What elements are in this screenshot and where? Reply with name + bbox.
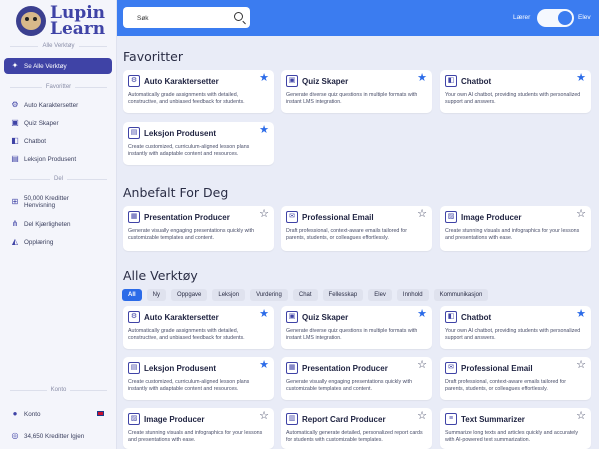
star-icon[interactable]: ★ xyxy=(259,309,269,320)
filter-chip-content[interactable]: Innhold xyxy=(396,289,429,301)
graduation-icon: ◭ xyxy=(11,237,19,246)
filter-chip-student[interactable]: Elev xyxy=(368,289,392,301)
lesson-icon: ▤ xyxy=(128,362,140,374)
tool-card-email[interactable]: ✉ Professional Email ☆ Draft professional, … xyxy=(440,357,591,400)
sidebar: Lupin Learn Alle Verktøy ✦ Se Alle Verktøy… xyxy=(0,0,117,449)
search-icon[interactable] xyxy=(234,12,243,21)
tool-card-image[interactable]: ▨ Image Producer ☆ Create stunning visuals … xyxy=(123,408,274,449)
filter-chip-community[interactable]: Fellesskap xyxy=(322,289,364,301)
filter-chip-chat[interactable]: Chat xyxy=(292,289,318,301)
toggle-label-teacher: Lærer xyxy=(513,14,531,21)
email-icon: ✉ xyxy=(286,211,298,223)
star-icon[interactable]: ★ xyxy=(576,309,586,320)
tool-card-lesson[interactable]: ▤ Leksjon Produsent ★ Create customized, cu… xyxy=(123,122,274,165)
grader-icon: ⚙ xyxy=(128,75,140,87)
sidebar-item-chatbot[interactable]: ◧ Chatbot xyxy=(4,133,112,149)
tool-card-chatbot[interactable]: ◧ Chatbot ★ Your own AI chatbot, providing … xyxy=(440,306,591,349)
star-icon[interactable]: ★ xyxy=(576,73,586,84)
logo-text: Lupin Learn xyxy=(50,3,106,39)
user-icon: ● xyxy=(12,409,18,418)
star-outline-icon[interactable]: ☆ xyxy=(576,411,586,422)
star-outline-icon[interactable]: ☆ xyxy=(576,360,586,371)
sidebar-item-lesson[interactable]: ▤ Leksjon Produsent xyxy=(4,151,112,167)
chat-icon: ◧ xyxy=(445,75,457,87)
section-label-all-tools: Alle Verktøy xyxy=(0,43,117,49)
section-title-recommended: Anbefalt For Deg xyxy=(123,185,229,200)
sidebar-item-credits[interactable]: ◎ 34,650 Kreditter Igjen xyxy=(4,428,112,444)
tool-card-summarizer[interactable]: ≡ Text Summarizer ☆ Summarize long texts an… xyxy=(440,408,591,449)
report-icon: ▥ xyxy=(286,413,298,425)
image-icon: ▨ xyxy=(445,211,457,223)
sidebar-item-account[interactable]: ● Konto xyxy=(4,406,112,422)
lesson-icon: ▤ xyxy=(11,154,19,163)
tool-card-auto-grader[interactable]: ⚙ Auto Karaktersetter ★ Automatically grade… xyxy=(123,306,274,349)
filter-chip-assignment[interactable]: Oppgave xyxy=(171,289,208,301)
sidebar-item-quiz[interactable]: ▣ Quiz Skaper xyxy=(4,115,112,131)
role-toggle[interactable] xyxy=(537,9,574,27)
star-outline-icon[interactable]: ☆ xyxy=(417,360,427,371)
star-icon[interactable]: ★ xyxy=(417,309,427,320)
document-icon: ≡ xyxy=(445,413,457,425)
star-icon[interactable]: ★ xyxy=(259,360,269,371)
section-label-favorites: Favoritter xyxy=(0,84,117,90)
section-title-favorites: Favoritter xyxy=(123,49,183,64)
top-bar: Søk Lærer Elev xyxy=(117,0,599,36)
section-title-all-tools: Alle Verktøy xyxy=(123,268,198,283)
tool-card-lesson[interactable]: ▤ Leksjon Produsent ★ Create customized, cu… xyxy=(123,357,274,400)
share-icon: ⋔ xyxy=(11,219,19,228)
star-outline-icon[interactable]: ☆ xyxy=(576,209,586,220)
presentation-icon: ▦ xyxy=(128,211,140,223)
quiz-icon: ▣ xyxy=(11,118,19,127)
grader-icon: ⚙ xyxy=(128,311,140,323)
tool-card-quiz[interactable]: ▣ Quiz Skaper ★ Generate diverse quiz quest… xyxy=(281,70,432,113)
filter-chips: All Ny Oppgave Leksjon Vurdering Chat Fe… xyxy=(122,289,489,301)
gift-icon: ⊞ xyxy=(11,197,19,206)
logo[interactable]: Lupin Learn xyxy=(16,3,112,39)
star-icon[interactable]: ★ xyxy=(259,125,269,136)
chat-icon: ◧ xyxy=(445,311,457,323)
owl-logo-icon xyxy=(16,6,46,36)
toggle-label-student: Elev xyxy=(578,14,591,21)
star-outline-icon[interactable]: ☆ xyxy=(259,209,269,220)
presentation-icon: ▦ xyxy=(286,362,298,374)
star-icon[interactable]: ★ xyxy=(417,73,427,84)
filter-chip-new[interactable]: Ny xyxy=(146,289,167,301)
coins-icon: ◎ xyxy=(11,431,19,440)
sparkle-icon: ✦ xyxy=(11,61,19,70)
quiz-icon: ▣ xyxy=(286,75,298,87)
filter-chip-communication[interactable]: Kommunikasjon xyxy=(433,289,489,301)
quiz-icon: ▣ xyxy=(286,311,298,323)
sidebar-item-share-love[interactable]: ⋔ Del Kjærligheten xyxy=(4,216,112,232)
star-outline-icon[interactable]: ☆ xyxy=(417,209,427,220)
tool-card-email[interactable]: ✉ Professional Email ☆ Draft professional, … xyxy=(281,206,432,251)
filter-chip-lesson[interactable]: Leksjon xyxy=(212,289,246,301)
email-icon: ✉ xyxy=(445,362,457,374)
image-icon: ▨ xyxy=(128,413,140,425)
tool-card-auto-grader[interactable]: ⚙ Auto Karaktersetter ★ Automatically grade… xyxy=(123,70,274,113)
tool-card-presentation[interactable]: ▦ Presentation Producer ☆ Generate visually… xyxy=(123,206,274,251)
sidebar-item-training[interactable]: ◭ Opplæring xyxy=(4,234,112,250)
tool-card-quiz[interactable]: ▣ Quiz Skaper ★ Generate diverse quiz quest… xyxy=(281,306,432,349)
sidebar-item-all-tools[interactable]: ✦ Se Alle Verktøy xyxy=(4,58,112,74)
grader-icon: ⚙ xyxy=(11,100,19,109)
tool-card-presentation[interactable]: ▦ Presentation Producer ☆ Generate visually… xyxy=(281,357,432,400)
star-icon[interactable]: ★ xyxy=(259,73,269,84)
sidebar-item-referral[interactable]: ⊞ 50,000 Kreditter Henvisning xyxy=(4,192,112,212)
tool-card-chatbot[interactable]: ◧ Chatbot ★ Your own AI chatbot, providing … xyxy=(440,70,591,113)
filter-chip-all[interactable]: All xyxy=(122,289,142,301)
chat-icon: ◧ xyxy=(11,136,19,145)
star-outline-icon[interactable]: ☆ xyxy=(417,411,427,422)
filter-chip-assessment[interactable]: Vurdering xyxy=(250,289,288,301)
language-flag-icon[interactable] xyxy=(97,411,104,416)
star-outline-icon[interactable]: ☆ xyxy=(259,411,269,422)
section-label-share: Del xyxy=(0,176,117,182)
tool-card-image[interactable]: ▨ Image Producer ☆ Create stunning visuals … xyxy=(440,206,591,251)
search-input[interactable]: Søk xyxy=(123,7,250,28)
lesson-icon: ▤ xyxy=(128,127,140,139)
sidebar-item-auto-grader[interactable]: ⚙ Auto Karaktersetter xyxy=(4,97,112,113)
tool-card-report-card[interactable]: ▥ Report Card Producer ☆ Automatically gene… xyxy=(281,408,432,449)
section-label-account: Konto xyxy=(0,387,117,393)
